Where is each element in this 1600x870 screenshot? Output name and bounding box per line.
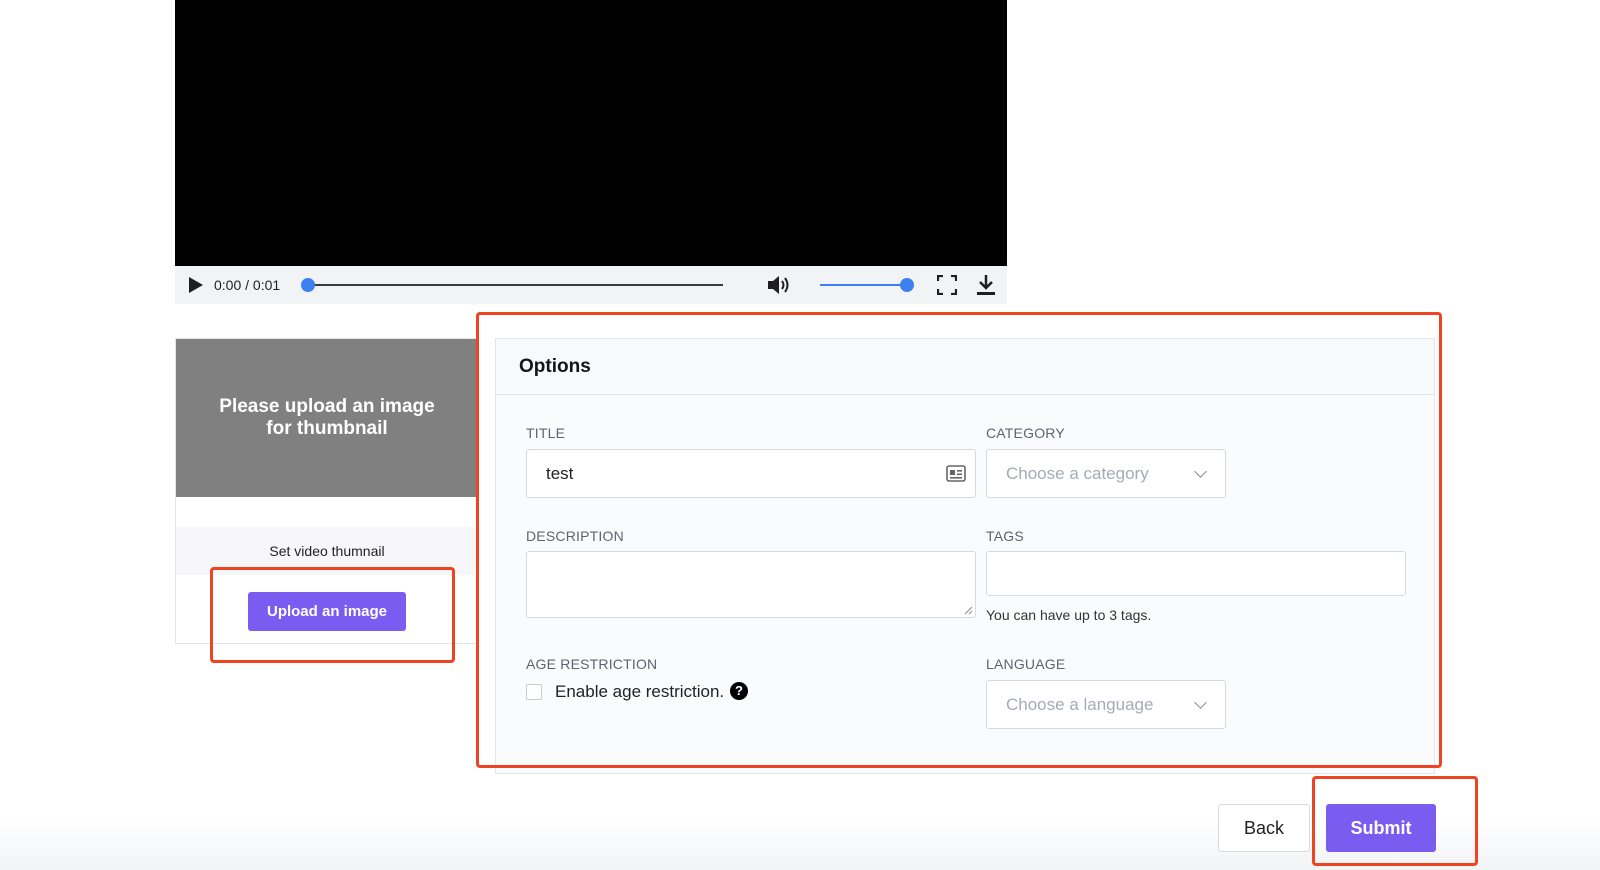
video-screen[interactable] [175, 0, 1007, 266]
video-timer: 0:00 / 0:01 [214, 277, 281, 293]
volume-knob[interactable] [900, 278, 914, 292]
thumbnail-placeholder: Please upload an image for thumbnail [176, 339, 478, 497]
thumbnail-placeholder-text: Please upload an image for thumbnail [219, 396, 435, 439]
download-icon[interactable] [975, 273, 997, 297]
back-button[interactable]: Back [1218, 804, 1310, 852]
highlight-upload [210, 567, 455, 663]
highlight-submit [1312, 776, 1478, 866]
video-controls: 0:00 / 0:01 [175, 266, 1007, 304]
play-icon[interactable] [189, 277, 203, 293]
volume-track[interactable] [820, 284, 907, 286]
fullscreen-icon[interactable] [937, 275, 957, 295]
highlight-options [476, 312, 1442, 768]
thumbnail-caption: Set video thumnail [269, 543, 385, 559]
volume-icon[interactable] [765, 272, 793, 298]
progress-track[interactable] [308, 284, 723, 286]
progress-knob[interactable] [301, 278, 315, 292]
